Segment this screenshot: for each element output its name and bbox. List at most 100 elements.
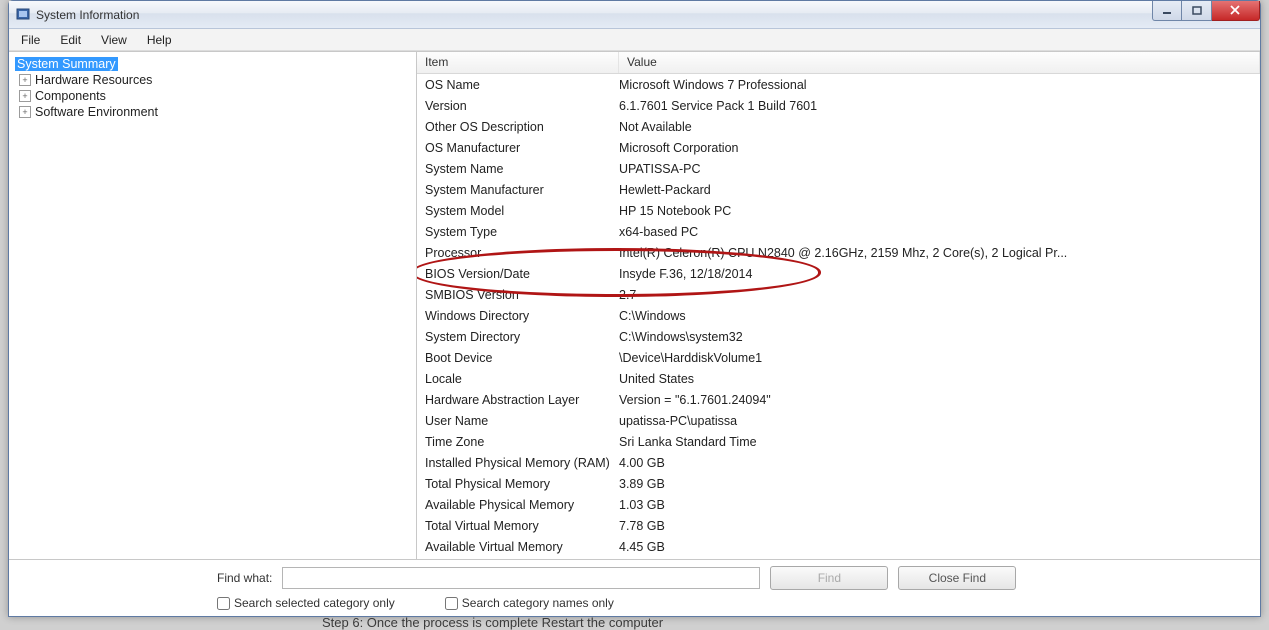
tree-item[interactable]: +Software Environment (11, 104, 414, 120)
table-row[interactable]: Available Physical Memory1.03 GB (417, 494, 1260, 515)
details-header: Item Value (417, 52, 1260, 74)
row-value: Insyde F.36, 12/18/2014 (619, 267, 1260, 281)
row-item: Version (417, 99, 619, 113)
row-item: Locale (417, 372, 619, 386)
row-value: C:\Windows (619, 309, 1260, 323)
app-icon (15, 7, 31, 23)
content-area: System Summary + Hardware Resources + Compon… (9, 51, 1260, 559)
row-value: 4.00 GB (619, 456, 1260, 470)
menu-view[interactable]: View (91, 31, 137, 49)
tree-item-label: System Summary (15, 57, 118, 71)
cb-category-names[interactable] (445, 597, 458, 610)
table-row[interactable]: Other OS DescriptionNot Available (417, 116, 1260, 137)
row-value: upatissa-PC\upatissa (619, 414, 1260, 428)
row-value: x64-based PC (619, 225, 1260, 239)
table-row[interactable]: OS ManufacturerMicrosoft Corporation (417, 137, 1260, 158)
row-value: Microsoft Windows 7 Professional (619, 78, 1260, 92)
menu-file[interactable]: File (11, 31, 50, 49)
row-value: 2.7 (619, 288, 1260, 302)
table-row[interactable]: Version6.1.7601 Service Pack 1 Build 760… (417, 95, 1260, 116)
find-button[interactable]: Find (770, 566, 888, 590)
details-list[interactable]: OS NameMicrosoft Windows 7 ProfessionalV… (417, 74, 1260, 559)
cb-selected-category[interactable] (217, 597, 230, 610)
category-tree[interactable]: System Summary + Hardware Resources + Compon… (9, 52, 417, 559)
column-header-value[interactable]: Value (619, 52, 1260, 73)
row-item: System Directory (417, 330, 619, 344)
row-item: Hardware Abstraction Layer (417, 393, 619, 407)
menu-help[interactable]: Help (137, 31, 182, 49)
table-row[interactable]: System Typex64-based PC (417, 221, 1260, 242)
row-item: Available Virtual Memory (417, 540, 619, 554)
row-value: HP 15 Notebook PC (619, 204, 1260, 218)
tree-item[interactable]: + Components (11, 88, 414, 104)
row-item: System Model (417, 204, 619, 218)
table-row[interactable]: Total Physical Memory3.89 GB (417, 473, 1260, 494)
tree-item[interactable]: System Summary (11, 56, 414, 72)
window-controls (1152, 1, 1260, 21)
menubar: File Edit View Help (9, 29, 1260, 51)
table-row[interactable]: BIOS Version/DateInsyde F.36, 12/18/2014 (417, 263, 1260, 284)
row-value: Hewlett-Packard (619, 183, 1260, 197)
table-row[interactable]: System ManufacturerHewlett-Packard (417, 179, 1260, 200)
window-title: System Information (36, 8, 139, 22)
page-caption: Step 6: Once the process is complete Res… (322, 615, 663, 630)
table-row[interactable]: Time ZoneSri Lanka Standard Time (417, 431, 1260, 452)
table-row[interactable]: Windows DirectoryC:\Windows (417, 305, 1260, 326)
table-row[interactable]: Installed Physical Memory (RAM)4.00 GB (417, 452, 1260, 473)
table-row[interactable]: System ModelHP 15 Notebook PC (417, 200, 1260, 221)
table-row[interactable]: System NameUPATISSA-PC (417, 158, 1260, 179)
expand-icon[interactable]: + (19, 106, 31, 118)
table-row[interactable]: Hardware Abstraction LayerVersion = "6.1… (417, 389, 1260, 410)
row-value: \Device\HarddiskVolume1 (619, 351, 1260, 365)
table-row[interactable]: ProcessorIntel(R) Celeron(R) CPU N2840 @… (417, 242, 1260, 263)
details-pane: Item Value OS NameMicrosoft Windows 7 Pr… (417, 52, 1260, 559)
find-input[interactable] (282, 567, 760, 589)
row-item: System Type (417, 225, 619, 239)
cb-selected-category-label: Search selected category only (234, 596, 395, 610)
titlebar[interactable]: System Information (9, 1, 1260, 29)
row-value: Version = "6.1.7601.24094" (619, 393, 1260, 407)
search-selected-category-checkbox[interactable]: Search selected category only (217, 596, 395, 610)
expand-icon[interactable]: + (19, 74, 31, 86)
menu-edit[interactable]: Edit (50, 31, 91, 49)
row-value: 6.1.7601 Service Pack 1 Build 7601 (619, 99, 1260, 113)
system-information-window: System Information File Edit View Help S… (8, 0, 1261, 617)
tree-item[interactable]: + Hardware Resources (11, 72, 414, 88)
row-item: System Manufacturer (417, 183, 619, 197)
table-row[interactable]: OS NameMicrosoft Windows 7 Professional (417, 74, 1260, 95)
row-item: BIOS Version/Date (417, 267, 619, 281)
close-find-button[interactable]: Close Find (898, 566, 1016, 590)
row-value: 7.78 GB (619, 519, 1260, 533)
table-row[interactable]: Total Virtual Memory7.78 GB (417, 515, 1260, 536)
row-item: OS Manufacturer (417, 141, 619, 155)
row-item: SMBIOS Version (417, 288, 619, 302)
tree-item-label: Hardware Resources (35, 73, 152, 87)
table-row[interactable]: Available Virtual Memory4.45 GB (417, 536, 1260, 557)
cb-category-names-label: Search category names only (462, 596, 614, 610)
search-category-names-checkbox[interactable]: Search category names only (445, 596, 614, 610)
row-value: United States (619, 372, 1260, 386)
row-item: Installed Physical Memory (RAM) (417, 456, 619, 470)
row-item: Total Physical Memory (417, 477, 619, 491)
row-value: Not Available (619, 120, 1260, 134)
table-row[interactable]: Boot Device\Device\HarddiskVolume1 (417, 347, 1260, 368)
column-header-item[interactable]: Item (417, 52, 619, 73)
table-row[interactable]: System DirectoryC:\Windows\system32 (417, 326, 1260, 347)
maximize-button[interactable] (1182, 1, 1212, 21)
row-item: Boot Device (417, 351, 619, 365)
row-item: OS Name (417, 78, 619, 92)
row-value: C:\Windows\system32 (619, 330, 1260, 344)
row-value: 3.89 GB (619, 477, 1260, 491)
row-value: UPATISSA-PC (619, 162, 1260, 176)
expand-icon[interactable]: + (19, 90, 31, 102)
table-row[interactable]: SMBIOS Version2.7 (417, 284, 1260, 305)
row-item: Total Virtual Memory (417, 519, 619, 533)
row-item: System Name (417, 162, 619, 176)
row-value: Microsoft Corporation (619, 141, 1260, 155)
tree-item-label: Components (35, 89, 106, 103)
table-row[interactable]: LocaleUnited States (417, 368, 1260, 389)
table-row[interactable]: User Nameupatissa-PC\upatissa (417, 410, 1260, 431)
minimize-button[interactable] (1152, 1, 1182, 21)
row-value: 1.03 GB (619, 498, 1260, 512)
close-button[interactable] (1212, 1, 1260, 21)
